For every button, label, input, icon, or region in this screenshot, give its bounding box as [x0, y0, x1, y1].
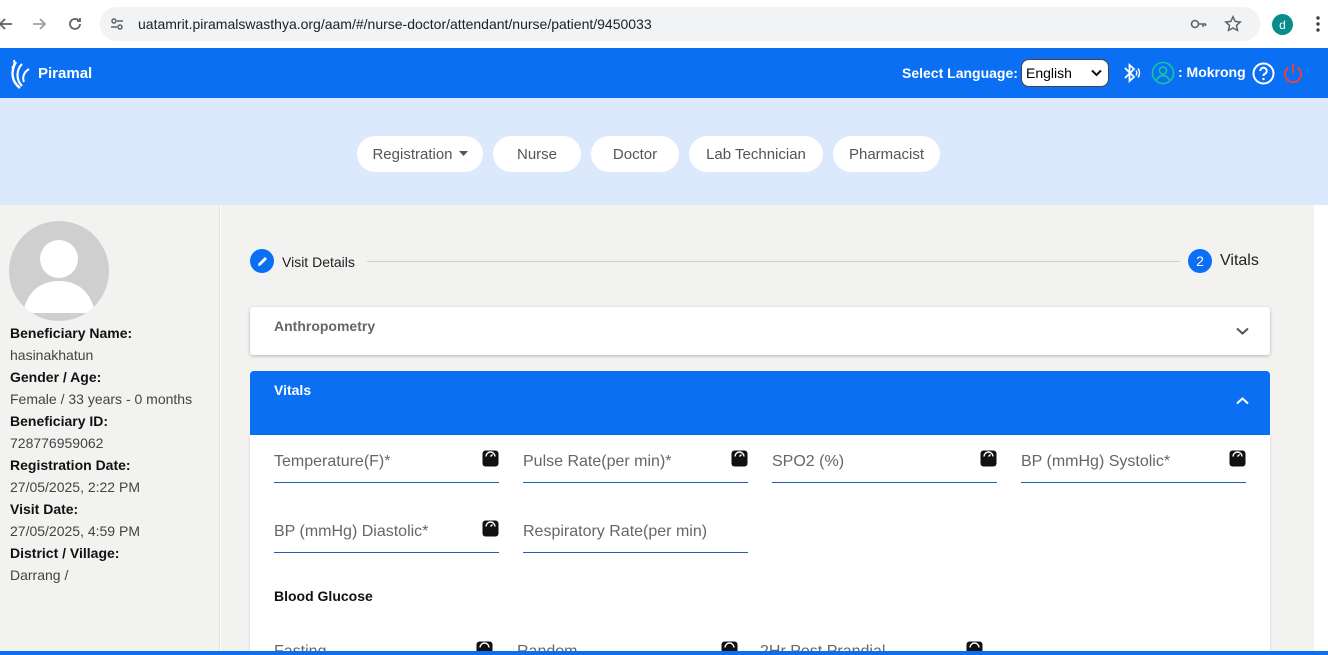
beneficiary-sidebar: Beneficiary Name: hasinakhatun Gender / …: [0, 205, 220, 655]
address-bar[interactable]: uatamrit.piramalswasthya.org/aam/#/nurse…: [100, 7, 1260, 41]
user-name: : Mokrong: [1178, 64, 1246, 80]
district-village-label: District / Village:: [10, 545, 120, 561]
beneficiary-name-label: Beneficiary Name:: [10, 325, 133, 341]
bookmark-star-icon[interactable]: [1224, 15, 1242, 33]
device-scale-icon[interactable]: [731, 450, 748, 467]
bp-diastolic-field[interactable]: BP (mmHg) Diastolic*: [274, 505, 499, 553]
beneficiary-id-label: Beneficiary ID:: [10, 413, 109, 429]
temperature-label: Temperature(F)*: [274, 453, 391, 470]
reload-icon[interactable]: [63, 12, 87, 36]
profile-avatar[interactable]: d: [1272, 14, 1293, 35]
language-value: English: [1026, 65, 1072, 81]
vitals-panel-header[interactable]: Vitals: [250, 371, 1270, 435]
logo-text: Piramal: [38, 64, 93, 82]
beneficiary-id-value: 728776959062: [10, 435, 104, 451]
device-scale-icon[interactable]: [482, 520, 499, 537]
device-scale-icon[interactable]: [980, 450, 997, 467]
role-doctor-label: Doctor: [612, 145, 658, 163]
beneficiary-avatar: [9, 221, 109, 321]
chevron-down-icon: [1234, 323, 1250, 339]
device-scale-icon[interactable]: [1229, 450, 1246, 467]
site-settings-icon[interactable]: [108, 15, 126, 33]
bottom-edge-bar: [0, 651, 1328, 655]
post-prandial-field[interactable]: 2Hr Post Prandial: [760, 625, 985, 655]
chevron-up-icon: [1234, 393, 1250, 409]
bluetooth-icon[interactable]: [1118, 61, 1142, 85]
forward-arrow-icon[interactable]: [27, 12, 51, 36]
right-gutter: [1314, 205, 1328, 655]
caret-down-icon: [458, 151, 468, 156]
language-select[interactable]: English: [1021, 59, 1109, 87]
password-key-icon[interactable]: [1190, 15, 1208, 33]
random-field[interactable]: Random: [517, 625, 742, 655]
gender-age-label: Gender / Age:: [10, 369, 102, 385]
beneficiary-name-value: hasinakhatun: [10, 347, 94, 363]
user-account-icon[interactable]: [1151, 61, 1175, 85]
visit-date-value: 27/05/2025, 4:59 PM: [10, 523, 140, 539]
step-visit-details-edit-icon[interactable]: [250, 249, 274, 273]
help-icon[interactable]: [1251, 61, 1275, 85]
registration-date-label: Registration Date:: [10, 457, 131, 473]
pulse-rate-label: Pulse Rate(per min)*: [523, 453, 672, 470]
visit-date-label: Visit Date:: [10, 501, 79, 517]
registration-date-value: 27/05/2025, 2:22 PM: [10, 479, 140, 495]
fasting-field[interactable]: Fasting: [274, 625, 499, 655]
role-navigation: Registration Nurse Doctor Lab Technician…: [0, 98, 1328, 205]
role-lab-technician-label: Lab Technician: [706, 145, 806, 163]
bp-diastolic-label: BP (mmHg) Diastolic*: [274, 523, 429, 540]
step-visit-details-label[interactable]: Visit Details: [282, 254, 355, 270]
role-nurse-button[interactable]: Nurse: [493, 136, 581, 172]
role-lab-technician-button[interactable]: Lab Technician: [689, 136, 823, 172]
bp-systolic-field[interactable]: BP (mmHg) Systolic*: [1021, 435, 1246, 483]
role-pharmacist-button[interactable]: Pharmacist: [833, 136, 940, 172]
role-registration-label: Registration: [372, 145, 453, 163]
role-pharmacist-label: Pharmacist: [848, 145, 925, 163]
role-registration-button[interactable]: Registration: [357, 136, 483, 172]
blood-glucose-title: Blood Glucose: [274, 588, 373, 604]
step-vitals-label[interactable]: Vitals: [1220, 252, 1259, 270]
role-doctor-button[interactable]: Doctor: [591, 136, 679, 172]
browser-menu-icon[interactable]: [1312, 14, 1324, 34]
district-village-value: Darrang /: [10, 567, 69, 583]
back-arrow-icon[interactable]: [0, 12, 18, 36]
device-scale-icon[interactable]: [482, 450, 499, 467]
respiratory-rate-label: Respiratory Rate(per min): [523, 523, 708, 540]
pulse-rate-field[interactable]: Pulse Rate(per min)*: [523, 435, 748, 483]
chevron-down-icon: [1091, 69, 1102, 77]
person-silhouette-icon: [23, 240, 95, 313]
respiratory-rate-field[interactable]: Respiratory Rate(per min): [523, 505, 748, 553]
anthropometry-title: Anthropometry: [274, 318, 376, 334]
step-vitals-number[interactable]: 2: [1188, 249, 1212, 273]
url-text: uatamrit.piramalswasthya.org/aam/#/nurse…: [138, 16, 652, 32]
gender-age-value: Female / 33 years - 0 months: [10, 391, 193, 407]
bp-systolic-label: BP (mmHg) Systolic*: [1021, 453, 1171, 470]
temperature-field[interactable]: Temperature(F)*: [274, 435, 499, 483]
piramal-logo[interactable]: Piramal: [8, 56, 92, 90]
stepper-connector: [367, 261, 1180, 262]
role-nurse-label: Nurse: [516, 145, 557, 163]
spo2-field[interactable]: SPO2 (%): [772, 435, 997, 483]
vitals-title: Vitals: [274, 382, 312, 398]
browser-toolbar: uatamrit.piramalswasthya.org/aam/#/nurse…: [0, 0, 1328, 48]
app-header: Piramal Select Language: English : Mokro…: [0, 48, 1328, 98]
piramal-leaf-icon: [11, 59, 30, 89]
anthropometry-panel-header[interactable]: Anthropometry: [250, 307, 1270, 355]
logout-power-icon[interactable]: [1281, 61, 1305, 85]
select-language-label: Select Language:: [902, 65, 1018, 81]
spo2-label: SPO2 (%): [772, 453, 845, 470]
